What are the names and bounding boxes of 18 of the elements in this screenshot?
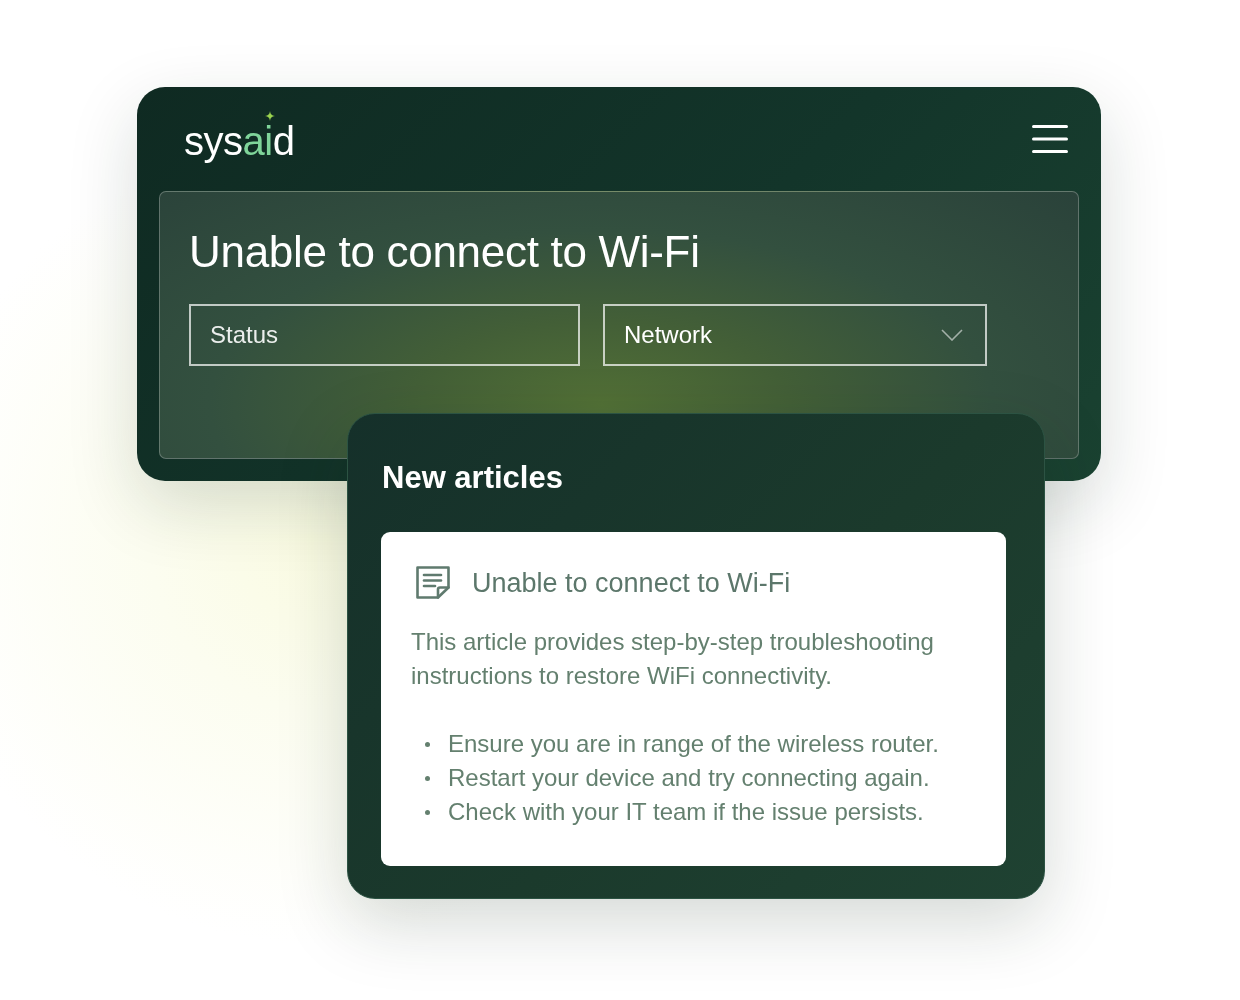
article-card[interactable] xyxy=(381,532,1006,866)
article-title[interactable]: Unable to connect to Wi-Fi xyxy=(472,565,791,600)
sysaid-logo: sysaid xyxy=(184,121,295,165)
step-text: Ensure you are in range of the wireless router. xyxy=(448,729,939,759)
status-field[interactable]: Status xyxy=(189,304,580,366)
ticket-title: Unable to connect to Wi-Fi xyxy=(189,226,701,278)
menu-icon[interactable] xyxy=(1032,125,1068,153)
bullet-icon xyxy=(425,741,430,747)
bullet-icon xyxy=(425,775,430,781)
step-text: Check with your IT team if the issue persists. xyxy=(448,797,924,827)
document-icon xyxy=(415,565,451,600)
sparkle-icon xyxy=(265,110,275,121)
bullet-icon xyxy=(425,809,430,815)
network-dropdown[interactable]: Network xyxy=(603,304,987,366)
step-text: Restart your device and try connecting again. xyxy=(448,763,930,793)
article-description: This article provides step-by-step troubleshooting instructions to restore WiFi connectivity. xyxy=(411,627,935,691)
articles-heading: New articles xyxy=(382,459,564,497)
chevron-down-icon xyxy=(941,329,963,341)
